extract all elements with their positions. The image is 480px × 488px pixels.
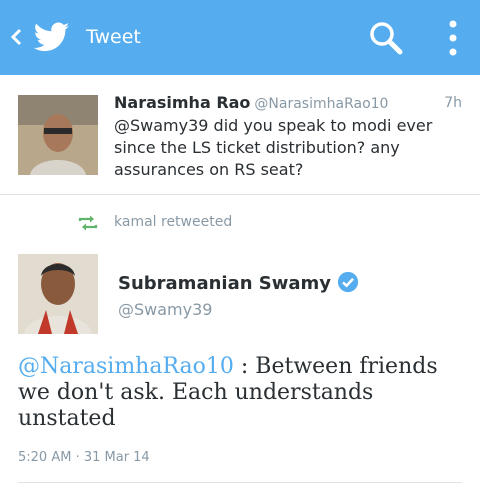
tweet-text: @NarasimhaRao10 : Between friends we don… <box>18 354 468 432</box>
more-vertical-icon[interactable] <box>438 16 468 60</box>
tweet-time: 7h <box>444 95 462 111</box>
avatar[interactable] <box>18 95 98 175</box>
divider <box>18 482 462 483</box>
chevron-left-icon[interactable] <box>8 22 26 52</box>
mention-link[interactable]: @NarasimhaRao10 <box>18 354 234 379</box>
verified-badge-icon <box>337 271 359 293</box>
avatar[interactable] <box>18 254 98 334</box>
tweet-text: @Swamy39 did you speak to modi ever sinc… <box>114 116 433 179</box>
parent-tweet[interactable]: Narasimha Rao @NarasimhaRao10 7h @Swamy39… <box>0 75 480 195</box>
app-bar: Tweet <box>0 0 480 75</box>
author-handle[interactable]: @NarasimhaRao10 <box>254 96 388 112</box>
author-name[interactable]: Subramanian Swamy <box>118 273 331 294</box>
twitter-bird-icon[interactable] <box>32 19 72 55</box>
tweet-timestamp: 5:20 AM · 31 Mar 14 <box>18 450 150 465</box>
search-icon[interactable] <box>366 18 406 58</box>
author-name[interactable]: Narasimha Rao <box>114 93 250 112</box>
author-handle[interactable]: @Swamy39 <box>118 300 212 319</box>
page-title: Tweet <box>86 26 141 48</box>
retweet-icon <box>78 215 98 231</box>
retweeted-by-label[interactable]: kamal retweeted <box>114 214 232 230</box>
